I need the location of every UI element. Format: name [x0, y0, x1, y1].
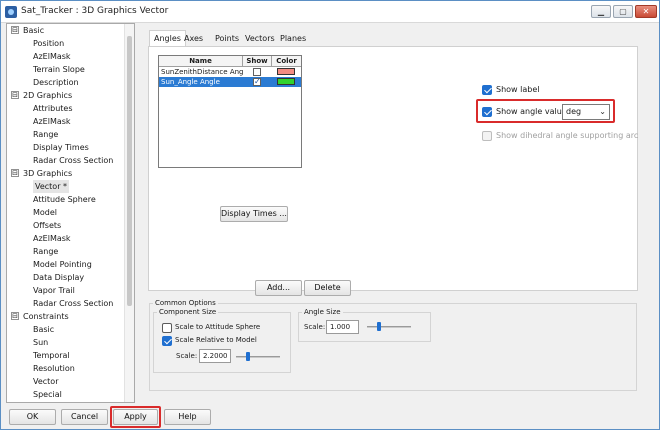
collapse-icon[interactable]: ⊟ [11, 91, 19, 99]
angle-scale-slider-thumb[interactable] [377, 322, 381, 331]
color-swatch[interactable] [277, 68, 295, 75]
title-bar: Sat_Tracker : 3D Graphics Vector ▁ ▢ ✕ [1, 1, 659, 23]
tab-planes[interactable]: Planes [280, 32, 306, 46]
tree-scrollbar[interactable] [124, 24, 134, 402]
show-checkbox[interactable] [253, 68, 261, 76]
angle-unit-dropdown[interactable]: deg ⌄ [562, 104, 610, 120]
show-checkbox[interactable] [253, 77, 261, 87]
tree-item-label: Display Times [33, 143, 89, 152]
tree-item-label: Model Pointing [33, 260, 92, 269]
tab-axes[interactable]: Axes [184, 32, 203, 46]
tree-item-label: Range [33, 247, 59, 256]
property-tree[interactable]: ⊟ Basic Position AzElMask Terrain Slope … [6, 23, 135, 403]
show-label-label: Show label [496, 85, 540, 94]
column-header-color[interactable]: Color [272, 56, 301, 67]
vector-properties-panel: Angles Axes Points Vectors Planes Name S… [141, 23, 657, 403]
angle-name-cell: SunZenithDistance Angle [161, 68, 243, 76]
dialog-window: Sat_Tracker : 3D Graphics Vector ▁ ▢ ✕ ⊟… [0, 0, 660, 430]
add-button[interactable]: Add... [255, 280, 302, 296]
tree-item-label: Terrain Slope [33, 65, 85, 74]
tree-item-label: Vapor Trail [33, 286, 75, 295]
tree-item-label: Special [33, 390, 62, 399]
tree-item-label: Data Display [33, 273, 85, 282]
tree-item-label: AzElMask [33, 52, 71, 61]
component-size-title: Component Size [157, 307, 219, 317]
tree-item-label: Description [33, 78, 79, 87]
tree-item-label: Model [33, 208, 58, 217]
collapse-icon[interactable]: ⊟ [11, 312, 19, 320]
tree-item-label: Offsets [33, 221, 62, 230]
tree-item-label: AzElMask [33, 117, 71, 126]
tree-group-label: 3D Graphics [23, 169, 73, 178]
scale-relative-to-model-label: Scale Relative to Model [175, 336, 257, 344]
component-scale-input[interactable]: 2.2000 [199, 349, 231, 363]
tree-item-label: AzElMask [33, 234, 71, 243]
tab-points[interactable]: Points [215, 32, 239, 46]
scale-to-attitude-sphere-checkbox[interactable] [162, 323, 172, 333]
tree-item-label: Sun [33, 338, 49, 347]
table-row[interactable]: Sun_Angle Angle [159, 77, 301, 87]
tree-item-label: Radar Cross Section [33, 156, 114, 165]
delete-button[interactable]: Delete [304, 280, 351, 296]
show-angle-value-label: Show angle value [496, 107, 567, 116]
tree-item-label: Attitude Sphere [33, 195, 96, 204]
component-scale-label: Scale: [176, 352, 198, 360]
satellite-app-icon [5, 6, 17, 18]
dialog-button-bar: OK Cancel Apply Help [1, 405, 659, 429]
angle-name-cell: Sun_Angle Angle [161, 78, 220, 86]
tree-group-label: Constraints [23, 312, 69, 321]
tree-item-label: Temporal [33, 351, 70, 360]
table-row[interactable]: SunZenithDistance Angle [159, 67, 301, 77]
show-label-checkbox[interactable] [482, 85, 492, 95]
component-scale-slider-thumb[interactable] [246, 352, 250, 361]
tree-item-label: Resolution [33, 364, 75, 373]
tree-group-label: 2D Graphics [23, 91, 73, 100]
ok-button[interactable]: OK [9, 409, 56, 425]
maximize-icon[interactable]: ▢ [613, 5, 633, 18]
tree-item-label: Radar Cross Section [33, 299, 114, 308]
column-header-name[interactable]: Name [159, 56, 243, 67]
component-scale-slider[interactable] [236, 356, 280, 358]
color-swatch[interactable] [277, 78, 295, 85]
tree-item-label: Range [33, 130, 59, 139]
help-button[interactable]: Help [164, 409, 211, 425]
apply-button[interactable]: Apply [113, 409, 158, 425]
table-header: Name Show Color [159, 56, 301, 67]
angles-tab-content: Name Show Color SunZenithDistance Angle … [148, 46, 638, 291]
tab-angles[interactable]: Angles [149, 30, 186, 47]
close-icon[interactable]: ✕ [635, 5, 657, 18]
tree-item-label: Vector * [33, 180, 70, 193]
show-dihedral-checkbox [482, 131, 492, 141]
collapse-icon[interactable]: ⊟ [11, 169, 19, 177]
column-header-show[interactable]: Show [243, 56, 272, 67]
show-dihedral-label: Show dihedral angle supporting arc [496, 131, 639, 140]
tree-group-label: Basic [23, 26, 45, 35]
tree-item-label: Attributes [33, 104, 73, 113]
angle-scale-slider[interactable] [367, 326, 411, 328]
cancel-button[interactable]: Cancel [61, 409, 108, 425]
chevron-down-icon: ⌄ [599, 107, 606, 116]
tree-item-label: Position [33, 39, 65, 48]
angle-size-title: Angle Size [302, 307, 343, 317]
scale-relative-to-model-checkbox[interactable] [162, 336, 172, 346]
scale-to-attitude-sphere-label: Scale to Attitude Sphere [175, 323, 261, 331]
tab-vectors[interactable]: Vectors [245, 32, 275, 46]
collapse-icon[interactable]: ⊟ [11, 26, 19, 34]
tree-scrollbar-thumb[interactable] [127, 36, 132, 306]
angles-table[interactable]: Name Show Color SunZenithDistance Angle … [158, 55, 302, 168]
angle-scale-input[interactable]: 1.000 [326, 320, 359, 334]
tree-item-label: Vector [33, 377, 59, 386]
minimize-icon[interactable]: ▁ [591, 5, 611, 18]
tree-item-label: Basic [33, 325, 55, 334]
show-angle-value-checkbox[interactable] [482, 107, 492, 117]
display-times-button[interactable]: Display Times ... [220, 206, 288, 222]
angle-unit-value: deg [566, 107, 582, 116]
angle-scale-label: Scale: [304, 323, 326, 331]
window-title: Sat_Tracker : 3D Graphics Vector [21, 6, 169, 16]
